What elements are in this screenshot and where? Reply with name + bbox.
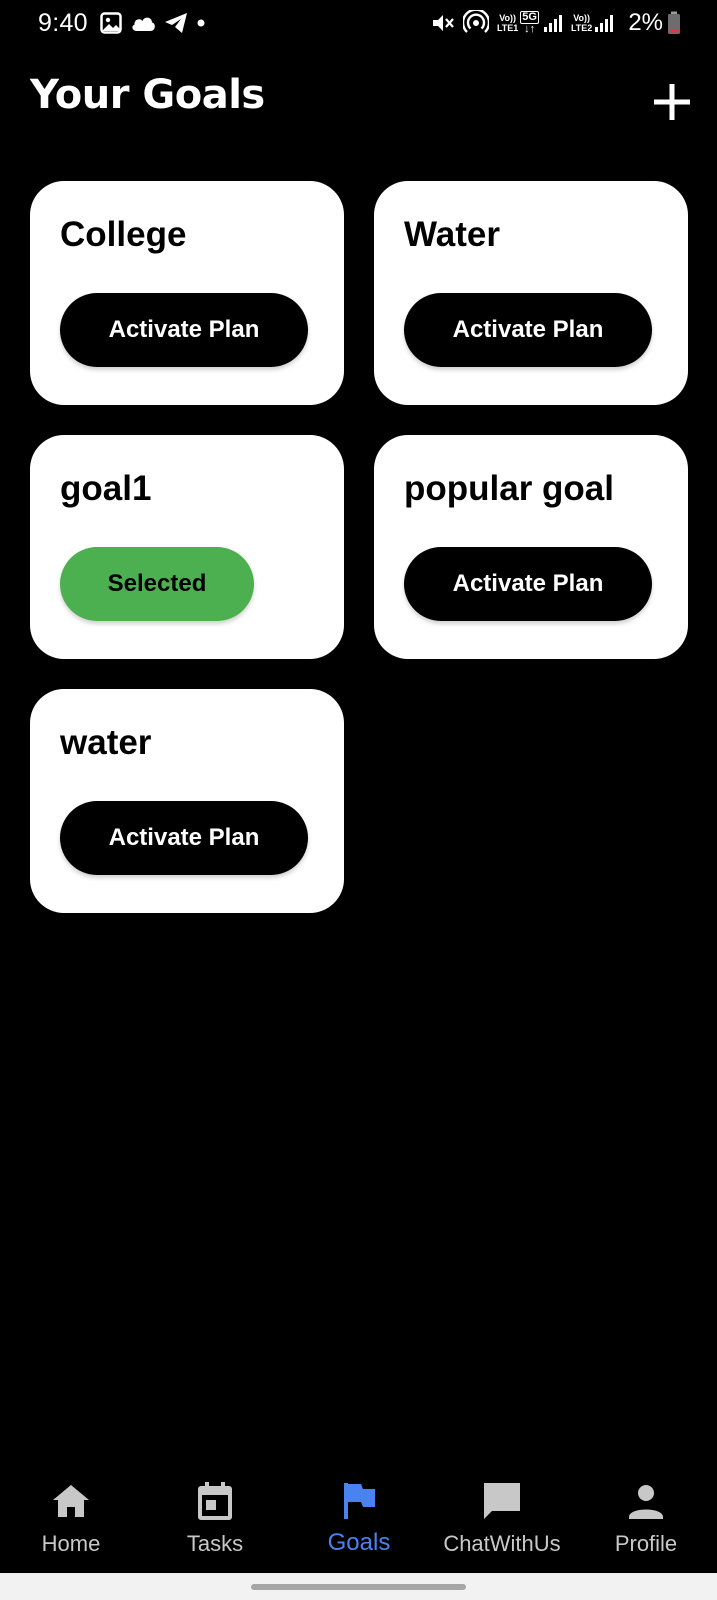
network-5g: 5G ↓↑: [520, 11, 539, 35]
calendar-icon: [198, 1482, 232, 1520]
gesture-bar-area: [0, 1573, 717, 1600]
gesture-handle[interactable]: [251, 1584, 466, 1590]
network-1-lte: LTE1: [496, 23, 519, 33]
data-arrows-icon: ↓↑: [524, 23, 536, 35]
home-icon: [53, 1485, 89, 1517]
add-goal-button[interactable]: [650, 80, 694, 124]
goal-card-college[interactable]: College Activate Plan: [30, 181, 344, 405]
hotspot-icon: [462, 10, 489, 36]
nav-label-goals: Goals: [327, 1529, 391, 1556]
dot-icon: [196, 18, 206, 28]
network-label-2: Vo)) LTE2: [571, 13, 592, 33]
nav-item-tasks[interactable]: Tasks: [145, 1455, 285, 1573]
status-bar: 9:40 Vo)) LTE1 5G ↓↑ Vo)) LTE2 2%: [0, 0, 717, 48]
nav-label-profile: Profile: [614, 1531, 678, 1556]
activate-plan-button[interactable]: Activate Plan: [404, 547, 652, 621]
network-1-volte: Vo)): [499, 13, 517, 23]
flag-icon: [344, 1483, 375, 1519]
nav-item-chatwithus[interactable]: ChatWithUs: [433, 1455, 571, 1573]
signal-icon: [543, 13, 563, 33]
goal-card-water-lowercase[interactable]: water Activate Plan: [30, 689, 344, 913]
selected-button[interactable]: Selected: [60, 547, 254, 621]
telegram-icon: [164, 12, 188, 34]
status-left: 9:40: [38, 6, 214, 40]
nav-item-home[interactable]: Home: [1, 1455, 141, 1573]
nav-item-profile[interactable]: Profile: [576, 1455, 716, 1573]
battery-icon: [667, 11, 681, 35]
nav-label-chatwithus: ChatWithUs: [443, 1531, 561, 1556]
cloud-icon: [130, 14, 156, 32]
page-title: Your Goals: [30, 72, 265, 118]
activate-plan-button[interactable]: Activate Plan: [404, 293, 652, 367]
goal-title: College: [60, 215, 187, 254]
goal-title: water: [60, 723, 152, 762]
goal-title: Water: [404, 215, 500, 254]
nav-label-home: Home: [41, 1531, 101, 1556]
chat-icon: [484, 1483, 520, 1519]
gallery-icon: [100, 12, 122, 34]
battery-percent: 2%: [628, 9, 663, 36]
signal-icon: [594, 13, 614, 33]
activate-plan-button[interactable]: Activate Plan: [60, 293, 308, 367]
status-right: Vo)) LTE1 5G ↓↑ Vo)) LTE2 2%: [431, 6, 681, 40]
network-2-lte: LTE2: [570, 23, 593, 33]
activate-plan-button[interactable]: Activate Plan: [60, 801, 308, 875]
bottom-navigation: Home Tasks Goals ChatWithUs Profile: [0, 1455, 717, 1573]
goal-card-water[interactable]: Water Activate Plan: [374, 181, 688, 405]
mute-icon: [431, 12, 455, 34]
nav-item-goals[interactable]: Goals: [289, 1455, 429, 1573]
network-label-1: Vo)) LTE1: [497, 13, 518, 33]
status-time: 9:40: [38, 8, 88, 37]
goal-title: popular goal: [404, 469, 614, 508]
goal-card-popular-goal[interactable]: popular goal Activate Plan: [374, 435, 688, 659]
goal-title: goal1: [60, 469, 152, 508]
network-2-volte: Vo)): [573, 13, 591, 23]
goal-card-goal1[interactable]: goal1 Selected: [30, 435, 344, 659]
plus-icon: [654, 84, 690, 120]
nav-label-tasks: Tasks: [186, 1531, 244, 1556]
person-icon: [629, 1485, 663, 1519]
